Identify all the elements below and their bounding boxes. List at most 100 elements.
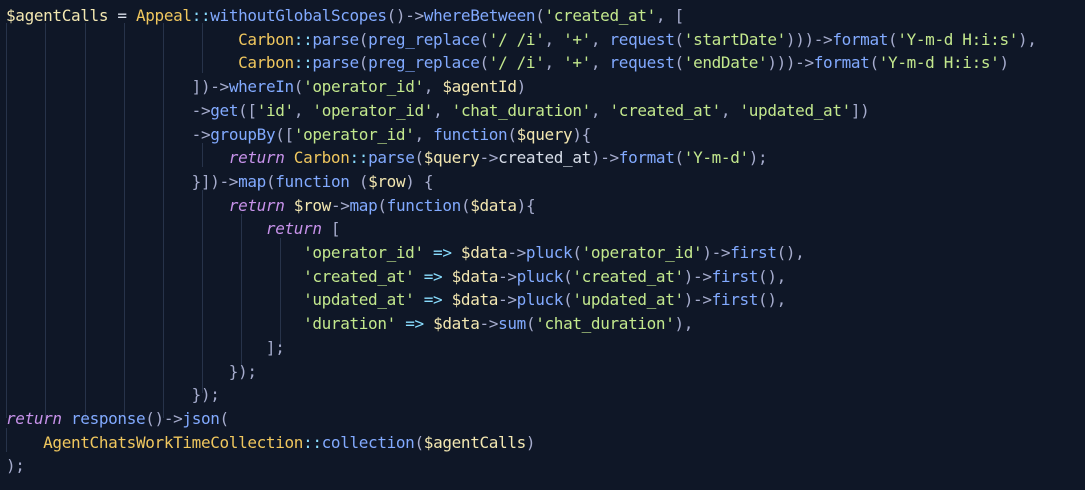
code-line[interactable]: ]; bbox=[6, 336, 285, 360]
code-punctuation: ( bbox=[479, 29, 489, 49]
code-string: '+' bbox=[563, 53, 591, 73]
code-punctuation: ( bbox=[572, 243, 582, 262]
code-variable: $data bbox=[433, 314, 480, 334]
code-variable: $data bbox=[451, 290, 499, 310]
code-punctuation: }); bbox=[191, 385, 220, 405]
code-punctuation: , bbox=[590, 29, 610, 49]
code-punctuation: ); bbox=[6, 456, 25, 476]
code-line[interactable]: 'duration' => $data->sum('chat_duration'… bbox=[6, 312, 693, 336]
code-function: withoutGlobalScopes bbox=[210, 6, 387, 25]
code-punctuation: -> bbox=[479, 148, 499, 168]
code-string: 'chat_duration' bbox=[535, 314, 675, 334]
code-line[interactable]: }); bbox=[6, 360, 257, 384]
code-function: pluck bbox=[525, 243, 573, 262]
code-operator: :: bbox=[349, 148, 369, 168]
code-line[interactable]: AgentChatsWorkTimeCollection::collection… bbox=[6, 431, 535, 455]
code-variable: $agentId bbox=[442, 77, 517, 97]
code-keyword: return bbox=[265, 219, 322, 239]
code-variable: $agentCalls bbox=[423, 432, 526, 452]
code-editor[interactable]: $agentCalls = Appeal::withoutGlobalScope… bbox=[0, 0, 1085, 490]
code-punctuation: ( bbox=[563, 266, 573, 286]
code-punctuation: , [ bbox=[655, 6, 684, 25]
code-punctuation: ( bbox=[414, 148, 425, 168]
code-keyword: return bbox=[228, 195, 285, 215]
code-function: preg_replace bbox=[368, 53, 480, 73]
code-punctuation: [ bbox=[330, 219, 341, 239]
code-line[interactable]: $agentCalls = Appeal::withoutGlobalScope… bbox=[6, 4, 684, 28]
code-punctuation: ( bbox=[358, 53, 369, 73]
code-line[interactable]: 'updated_at' => $data->pluck('updated_at… bbox=[6, 288, 786, 312]
code-line[interactable]: 'created_at' => $data->pluck('created_at… bbox=[6, 265, 786, 289]
code-variable: $query bbox=[516, 124, 573, 144]
code-line[interactable]: ->groupBy(['operator_id', function($quer… bbox=[6, 123, 592, 147]
code-line[interactable]: ); bbox=[6, 454, 25, 478]
code-class-name: Carbon bbox=[293, 148, 350, 168]
code-punctuation: -> bbox=[191, 124, 211, 144]
code-class-name: Carbon bbox=[238, 29, 294, 49]
code-string: 'updated_at' bbox=[739, 100, 851, 120]
code-punctuation: -> bbox=[507, 243, 526, 262]
code-punctuation: ( bbox=[414, 432, 424, 452]
code-function: map bbox=[238, 171, 266, 191]
code-operator: :: bbox=[191, 6, 211, 25]
code-line[interactable]: 'operator_id' => $data->pluck('operator_… bbox=[6, 241, 805, 265]
code-punctuation: -> bbox=[498, 290, 517, 310]
code-line[interactable]: ])->whereIn('operator_id', $agentId) bbox=[6, 75, 527, 99]
code-punctuation: ( bbox=[525, 314, 536, 334]
code-string: '+' bbox=[563, 29, 591, 49]
code-punctuation: ) { bbox=[405, 171, 434, 191]
code-line[interactable]: return [ bbox=[6, 217, 341, 241]
code-line[interactable]: }); bbox=[6, 383, 220, 407]
code-punctuation: , bbox=[423, 77, 443, 97]
code-variable: $row bbox=[293, 195, 331, 215]
code-string: 'endDate' bbox=[683, 53, 768, 73]
code-string: 'created_at' bbox=[544, 6, 656, 25]
code-string: 'operator_id' bbox=[293, 124, 415, 144]
code-text: = bbox=[108, 6, 136, 25]
code-class-name: AgentChatsWorkTimeCollection bbox=[43, 432, 304, 452]
code-string: 'startDate' bbox=[683, 29, 786, 49]
code-line[interactable]: return response()->json( bbox=[6, 407, 229, 431]
code-function: preg_replace bbox=[368, 29, 480, 49]
code-punctuation: ); bbox=[748, 148, 768, 168]
code-keyword: return bbox=[228, 148, 285, 168]
code-line[interactable]: }])->map(function ($row) { bbox=[6, 170, 434, 194]
code-function: parse bbox=[312, 53, 359, 73]
code-operator: => bbox=[405, 314, 424, 334]
code-function: response bbox=[71, 408, 146, 428]
code-line[interactable]: Carbon::parse(preg_replace('/ /i', '+', … bbox=[6, 28, 1037, 52]
code-string: 'Y-m-d' bbox=[683, 148, 749, 168]
code-line[interactable]: return $row->map(function($data){ bbox=[6, 194, 536, 218]
code-punctuation: ([ bbox=[238, 100, 257, 120]
code-function: first bbox=[711, 290, 759, 310]
code-punctuation: -> bbox=[330, 195, 350, 215]
code-punctuation: )-> bbox=[683, 266, 712, 286]
code-punctuation: }])-> bbox=[191, 171, 239, 191]
code-line[interactable]: return Carbon::parse($query->created_at)… bbox=[6, 146, 768, 170]
code-class-name: Carbon bbox=[238, 53, 294, 73]
code-line[interactable]: Carbon::parse(preg_replace('/ /i', '+', … bbox=[6, 51, 1009, 75]
code-string: '/ /i' bbox=[488, 29, 545, 49]
code-function: get bbox=[210, 100, 239, 120]
code-function: whereIn bbox=[228, 77, 294, 97]
code-line[interactable]: ->get(['id', 'operator_id', 'chat_durati… bbox=[6, 99, 870, 123]
code-punctuation: ){ bbox=[572, 124, 591, 144]
code-punctuation: )))-> bbox=[767, 53, 814, 73]
code-punctuation: )))-> bbox=[785, 29, 833, 49]
code-function: request bbox=[609, 29, 675, 49]
code-punctuation: (), bbox=[758, 266, 786, 286]
code-punctuation: ( bbox=[674, 53, 684, 73]
code-string: 'operator_id' bbox=[312, 100, 434, 120]
code-function: request bbox=[609, 53, 675, 73]
